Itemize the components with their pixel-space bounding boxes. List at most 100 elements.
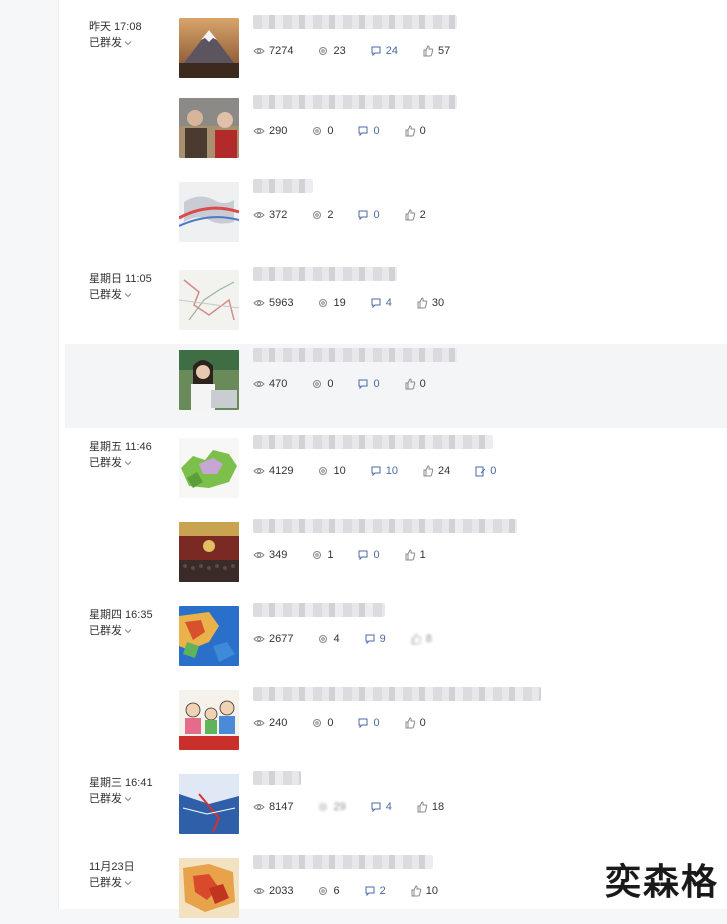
article-stats: 470 0 0 0 bbox=[253, 376, 450, 392]
article-title-redacted[interactable] bbox=[253, 179, 313, 193]
comments-stat[interactable]: 0 bbox=[357, 125, 379, 137]
date-group: 昨天 17:08 已群发 7274 23 24 5 bbox=[59, 0, 727, 252]
eye-icon bbox=[253, 885, 265, 897]
comments-stat[interactable]: 4 bbox=[370, 297, 392, 309]
comments-stat[interactable]: 4 bbox=[370, 801, 392, 813]
thumbs-up-icon bbox=[422, 465, 434, 477]
likes-stat: 10 bbox=[410, 885, 438, 897]
comment-icon bbox=[357, 209, 369, 221]
views-stat: 290 bbox=[253, 125, 287, 137]
article-thumbnail[interactable] bbox=[179, 690, 239, 750]
likes-stat: 2 bbox=[404, 209, 426, 221]
views-stat: 7274 bbox=[253, 45, 293, 57]
thumbs-up-icon bbox=[410, 885, 422, 897]
comment-icon bbox=[357, 717, 369, 729]
shares-stat: 10 bbox=[317, 465, 345, 477]
views-stat: 240 bbox=[253, 717, 287, 729]
shares-stat: 0 bbox=[311, 125, 333, 137]
article-thumbnail[interactable] bbox=[179, 606, 239, 666]
comments-stat[interactable]: 24 bbox=[370, 45, 398, 57]
date-group: 星期五 11:46 已群发 4129 10 10 24 bbox=[59, 420, 727, 588]
comment-icon bbox=[364, 885, 376, 897]
gear-icon bbox=[317, 801, 329, 813]
gear-icon bbox=[311, 549, 323, 561]
article-stats: 2677 4 9 8 bbox=[253, 631, 456, 647]
article-stats: 7274 23 24 57 bbox=[253, 43, 474, 59]
article-thumbnail[interactable] bbox=[179, 774, 239, 834]
views-stat: 470 bbox=[253, 378, 287, 390]
article-row[interactable]: 372 2 0 2 bbox=[59, 164, 727, 248]
gear-icon bbox=[311, 717, 323, 729]
gear-icon bbox=[311, 378, 323, 390]
article-row[interactable]: 2677 4 9 8 bbox=[59, 588, 727, 672]
article-stats: 290 0 0 0 bbox=[253, 123, 450, 139]
article-thumbnail[interactable] bbox=[179, 98, 239, 158]
comments-stat[interactable]: 0 bbox=[357, 549, 379, 561]
edit-note-icon bbox=[474, 465, 486, 477]
eye-icon bbox=[253, 801, 265, 813]
article-thumbnail[interactable] bbox=[179, 18, 239, 78]
article-row[interactable]: 7274 23 24 57 bbox=[59, 0, 727, 84]
article-title-redacted[interactable] bbox=[253, 603, 385, 617]
shares-stat: 2 bbox=[311, 209, 333, 221]
article-thumbnail[interactable] bbox=[179, 270, 239, 330]
article-title-redacted[interactable] bbox=[253, 348, 457, 362]
views-stat: 349 bbox=[253, 549, 287, 561]
article-title-redacted[interactable] bbox=[253, 435, 493, 449]
article-title-redacted[interactable] bbox=[253, 771, 301, 785]
gear-icon bbox=[317, 45, 329, 57]
likes-stat: 18 bbox=[416, 801, 444, 813]
date-group: 星期日 11:05 已群发 5963 19 4 30 bbox=[59, 252, 727, 428]
likes-stat: 0 bbox=[404, 378, 426, 390]
comments-stat[interactable]: 0 bbox=[357, 209, 379, 221]
comment-icon bbox=[357, 549, 369, 561]
article-title-redacted[interactable] bbox=[253, 95, 457, 109]
article-row[interactable]: 5963 19 4 30 bbox=[59, 252, 727, 336]
comments-stat[interactable]: 9 bbox=[364, 633, 386, 645]
article-row[interactable]: 349 1 0 1 bbox=[59, 504, 727, 588]
comments-stat[interactable]: 0 bbox=[357, 378, 379, 390]
thumbs-up-icon bbox=[404, 549, 416, 561]
article-row[interactable]: 4129 10 10 24 0 bbox=[59, 420, 727, 504]
article-row[interactable]: 290 0 0 0 bbox=[59, 80, 727, 164]
comments-stat[interactable]: 10 bbox=[370, 465, 398, 477]
eye-icon bbox=[253, 297, 265, 309]
article-title-redacted[interactable] bbox=[253, 267, 397, 281]
article-title-redacted[interactable] bbox=[253, 855, 433, 869]
eye-icon bbox=[253, 549, 265, 561]
comment-icon bbox=[370, 801, 382, 813]
thumbs-up-icon bbox=[416, 297, 428, 309]
article-thumbnail[interactable] bbox=[179, 182, 239, 242]
article-title-redacted[interactable] bbox=[253, 15, 457, 29]
article-row-hovered[interactable]: 470 0 0 0 bbox=[65, 344, 727, 428]
thumbs-up-icon bbox=[404, 378, 416, 390]
comments-stat[interactable]: 0 bbox=[357, 717, 379, 729]
likes-stat: 57 bbox=[422, 45, 450, 57]
article-title-redacted[interactable] bbox=[253, 687, 541, 701]
comment-icon bbox=[370, 45, 382, 57]
article-thumbnail[interactable] bbox=[179, 858, 239, 918]
eye-icon bbox=[253, 209, 265, 221]
article-thumbnail[interactable] bbox=[179, 350, 239, 410]
article-list-panel: 昨天 17:08 已群发 7274 23 24 5 bbox=[58, 0, 727, 909]
comments-stat[interactable]: 2 bbox=[364, 885, 386, 897]
article-thumbnail[interactable] bbox=[179, 438, 239, 498]
shares-stat: 1 bbox=[311, 549, 333, 561]
gear-icon bbox=[311, 209, 323, 221]
article-row[interactable]: 8147 29 4 18 bbox=[59, 756, 727, 840]
views-stat: 4129 bbox=[253, 465, 293, 477]
thumbs-up-icon bbox=[422, 45, 434, 57]
date-group: 星期三 16:41 已群发 8147 29 4 18 bbox=[59, 756, 727, 840]
article-row[interactable]: 240 0 0 0 bbox=[59, 672, 727, 756]
article-title-redacted[interactable] bbox=[253, 519, 517, 533]
gear-icon bbox=[317, 297, 329, 309]
gear-icon bbox=[317, 885, 329, 897]
shares-stat: 4 bbox=[317, 633, 339, 645]
likes-stat: 30 bbox=[416, 297, 444, 309]
article-stats: 372 2 0 2 bbox=[253, 207, 450, 223]
article-thumbnail[interactable] bbox=[179, 522, 239, 582]
article-stats: 240 0 0 0 bbox=[253, 715, 450, 731]
edit-stat[interactable]: 0 bbox=[474, 465, 496, 477]
comment-icon bbox=[364, 633, 376, 645]
gear-icon bbox=[311, 125, 323, 137]
